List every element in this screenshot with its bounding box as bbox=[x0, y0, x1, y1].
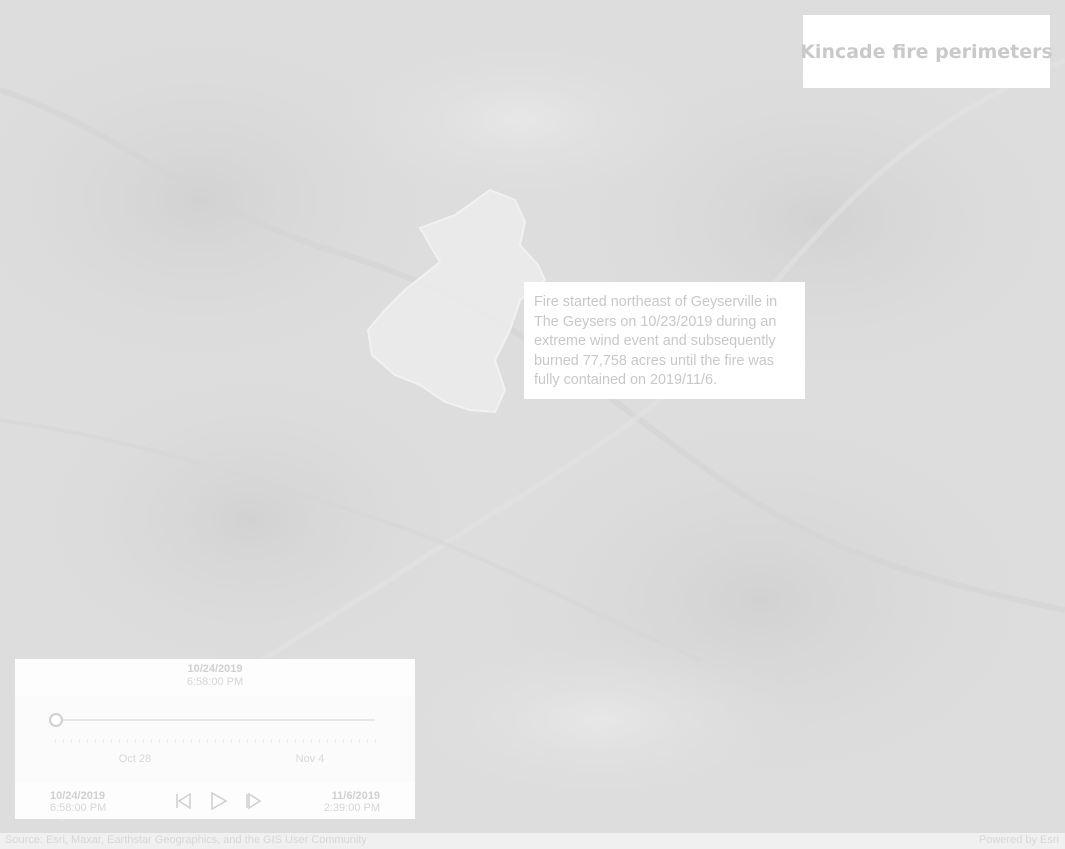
slider-tick bbox=[55, 739, 56, 743]
current-time-display: 10/24/2019 6:58:00 PM bbox=[15, 659, 415, 696]
play-button[interactable] bbox=[205, 788, 231, 814]
slider-tick bbox=[119, 739, 120, 743]
annotation-text: Fire started northeast of Geyserville in… bbox=[534, 294, 778, 388]
slider-tick bbox=[167, 739, 168, 743]
slider-track[interactable] bbox=[55, 719, 375, 721]
slider-tick bbox=[279, 739, 280, 743]
slider-tick bbox=[111, 739, 112, 743]
slider-tick bbox=[335, 739, 336, 743]
powered-by-link[interactable]: Powered by Esri bbox=[979, 834, 1059, 846]
slider-tick bbox=[175, 739, 176, 743]
slider-tick bbox=[375, 739, 376, 743]
step-forward-icon bbox=[246, 792, 262, 810]
slider-tick bbox=[159, 739, 160, 743]
slider-tick bbox=[271, 739, 272, 743]
tick-label-oct28: Oct 28 bbox=[118, 753, 152, 765]
slider-tick bbox=[287, 739, 288, 743]
current-date: 10/24/2019 bbox=[187, 663, 243, 675]
current-time: 6:58:00 PM bbox=[186, 676, 244, 688]
start-date: 10/24/2019 bbox=[50, 790, 106, 802]
slider-tick bbox=[207, 739, 208, 743]
attribution-source[interactable]: Source: Esri, Maxar, Earthstar Geographi… bbox=[5, 834, 367, 846]
playback-controls bbox=[170, 788, 270, 814]
end-time-display: 11/6/2019 2:39:00 PM bbox=[324, 790, 380, 814]
previous-button[interactable] bbox=[170, 788, 196, 814]
attribution-bar: Source: Esri, Maxar, Earthstar Geographi… bbox=[0, 833, 1065, 849]
slider-footer: 10/24/2019 6:58:00 PM 11/6/2019 2:39:00 … bbox=[15, 782, 415, 819]
slider-tick bbox=[63, 739, 64, 743]
slider-tick bbox=[255, 739, 256, 743]
time-slider: 10/24/2019 6:58:00 PM Oct 28 Nov 4 10/24… bbox=[15, 659, 415, 819]
slider-tick bbox=[87, 739, 88, 743]
slider-tick bbox=[319, 739, 320, 743]
slider-tick bbox=[295, 739, 296, 743]
slider-tick bbox=[327, 739, 328, 743]
slider-tick bbox=[351, 739, 352, 743]
slider-tick bbox=[231, 739, 232, 743]
slider-tick bbox=[199, 739, 200, 743]
slider-tick bbox=[183, 739, 184, 743]
slider-tick bbox=[191, 739, 192, 743]
fire-annotation: Fire started northeast of Geyserville in… bbox=[524, 282, 805, 399]
step-back-icon bbox=[176, 792, 191, 810]
next-button[interactable] bbox=[240, 788, 266, 814]
slider-tick bbox=[367, 739, 368, 743]
slider-tick bbox=[263, 739, 264, 743]
slider-tick bbox=[311, 739, 312, 743]
slider-tick bbox=[103, 739, 104, 743]
slider-tick bbox=[215, 739, 216, 743]
play-icon bbox=[211, 791, 228, 811]
map-view[interactable]: Kincade fire perimeters Fire started nor… bbox=[0, 0, 1065, 849]
title-panel: Kincade fire perimeters bbox=[800, 15, 1053, 88]
slider-tick bbox=[359, 739, 360, 743]
slider-tick bbox=[127, 739, 128, 743]
slider-tick bbox=[143, 739, 144, 743]
slider-tick bbox=[303, 739, 304, 743]
end-time: 2:39:00 PM bbox=[323, 802, 380, 814]
start-time: 6:58:00 PM bbox=[50, 802, 107, 814]
tick-label-nov4: Nov 4 bbox=[295, 753, 325, 765]
start-time-display: 10/24/2019 6:58:00 PM bbox=[50, 790, 106, 814]
slider-tick bbox=[247, 739, 248, 743]
slider-tick bbox=[79, 739, 80, 743]
slider-tick bbox=[135, 739, 136, 743]
end-date: 11/6/2019 bbox=[331, 790, 380, 802]
slider-tick bbox=[343, 739, 344, 743]
slider-tick bbox=[239, 739, 240, 743]
slider-tick bbox=[95, 739, 96, 743]
slider-tick bbox=[71, 739, 72, 743]
slider-tick bbox=[151, 739, 152, 743]
map-title: Kincade fire perimeters bbox=[800, 40, 1053, 63]
slider-tick bbox=[223, 739, 224, 743]
slider-ticks bbox=[55, 739, 376, 745]
slider-thumb[interactable] bbox=[49, 713, 63, 727]
